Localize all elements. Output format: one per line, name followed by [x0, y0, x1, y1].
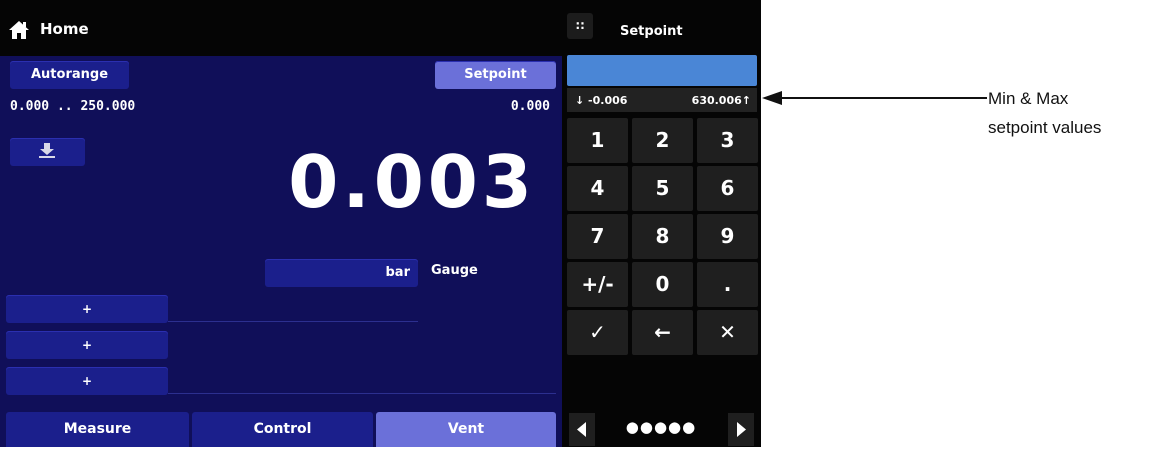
key-8[interactable]: 8 — [632, 214, 693, 259]
tare-arrow-icon — [39, 143, 55, 158]
callout-line-1: Min & Max — [988, 89, 1069, 108]
page-next-button[interactable] — [728, 413, 754, 446]
add-display-button-1[interactable]: + — [6, 295, 168, 323]
cancel-x-icon[interactable]: ✕ — [697, 310, 758, 355]
pressure-reading: 0.003 — [288, 140, 536, 224]
tab-control[interactable]: Control — [192, 412, 373, 447]
tab-vent[interactable]: Vent — [376, 412, 556, 447]
key-6[interactable]: 6 — [697, 166, 758, 211]
callout-line-2: setpoint values — [988, 118, 1102, 137]
keypad-title: Setpoint — [620, 24, 683, 39]
divider — [168, 393, 556, 394]
setpoint-button[interactable]: Setpoint — [435, 61, 556, 89]
key-3[interactable]: 3 — [697, 118, 758, 163]
triangle-right-icon — [737, 422, 746, 437]
setpoint-keypad: ∷ Setpoint ↓ -0.006 630.006↑ 1 2 3 4 5 6… — [562, 0, 761, 447]
callout-arrowhead — [762, 91, 782, 105]
add-display-button-3[interactable]: + — [6, 367, 168, 395]
tare-button[interactable] — [10, 138, 85, 166]
grid-menu-icon[interactable]: ∷ — [567, 13, 593, 39]
confirm-check-icon[interactable]: ✓ — [567, 310, 628, 355]
setpoint-entry-field[interactable] — [567, 55, 757, 86]
min-value: ↓ -0.006 — [575, 94, 628, 107]
top-bar: Home — [0, 0, 562, 56]
divider — [168, 321, 418, 322]
page-prev-button[interactable] — [569, 413, 595, 446]
autorange-button[interactable]: Autorange — [10, 61, 129, 89]
page-indicator-dots: ●●●●● — [625, 418, 697, 436]
range-text: 0.000 .. 250.000 — [10, 99, 136, 114]
setpoint-value: 0.000 — [510, 99, 550, 114]
key-4[interactable]: 4 — [567, 166, 628, 211]
key-0[interactable]: 0 — [632, 262, 693, 307]
key-7[interactable]: 7 — [567, 214, 628, 259]
unit-button[interactable]: bar — [265, 259, 418, 287]
main-screen: Home Autorange 0.000 .. 250.000 Setpoint… — [0, 0, 562, 447]
key-9[interactable]: 9 — [697, 214, 758, 259]
max-value: 630.006↑ — [691, 94, 751, 107]
backspace-arrow-icon[interactable]: ← — [632, 310, 693, 355]
tab-measure[interactable]: Measure — [6, 412, 189, 447]
home-icon[interactable] — [8, 20, 30, 40]
key-1[interactable]: 1 — [567, 118, 628, 163]
key-5[interactable]: 5 — [632, 166, 693, 211]
callout-line — [765, 97, 987, 99]
mode-label: Gauge — [431, 263, 478, 278]
key-decimal[interactable]: . — [697, 262, 758, 307]
page-title: Home — [40, 20, 89, 38]
key-plus-minus[interactable]: +/- — [567, 262, 628, 307]
callout-label: Min & Max setpoint values — [988, 84, 1148, 142]
add-display-button-2[interactable]: + — [6, 331, 168, 359]
key-2[interactable]: 2 — [632, 118, 693, 163]
min-max-bar: ↓ -0.006 630.006↑ — [567, 88, 757, 112]
triangle-left-icon — [577, 422, 586, 437]
